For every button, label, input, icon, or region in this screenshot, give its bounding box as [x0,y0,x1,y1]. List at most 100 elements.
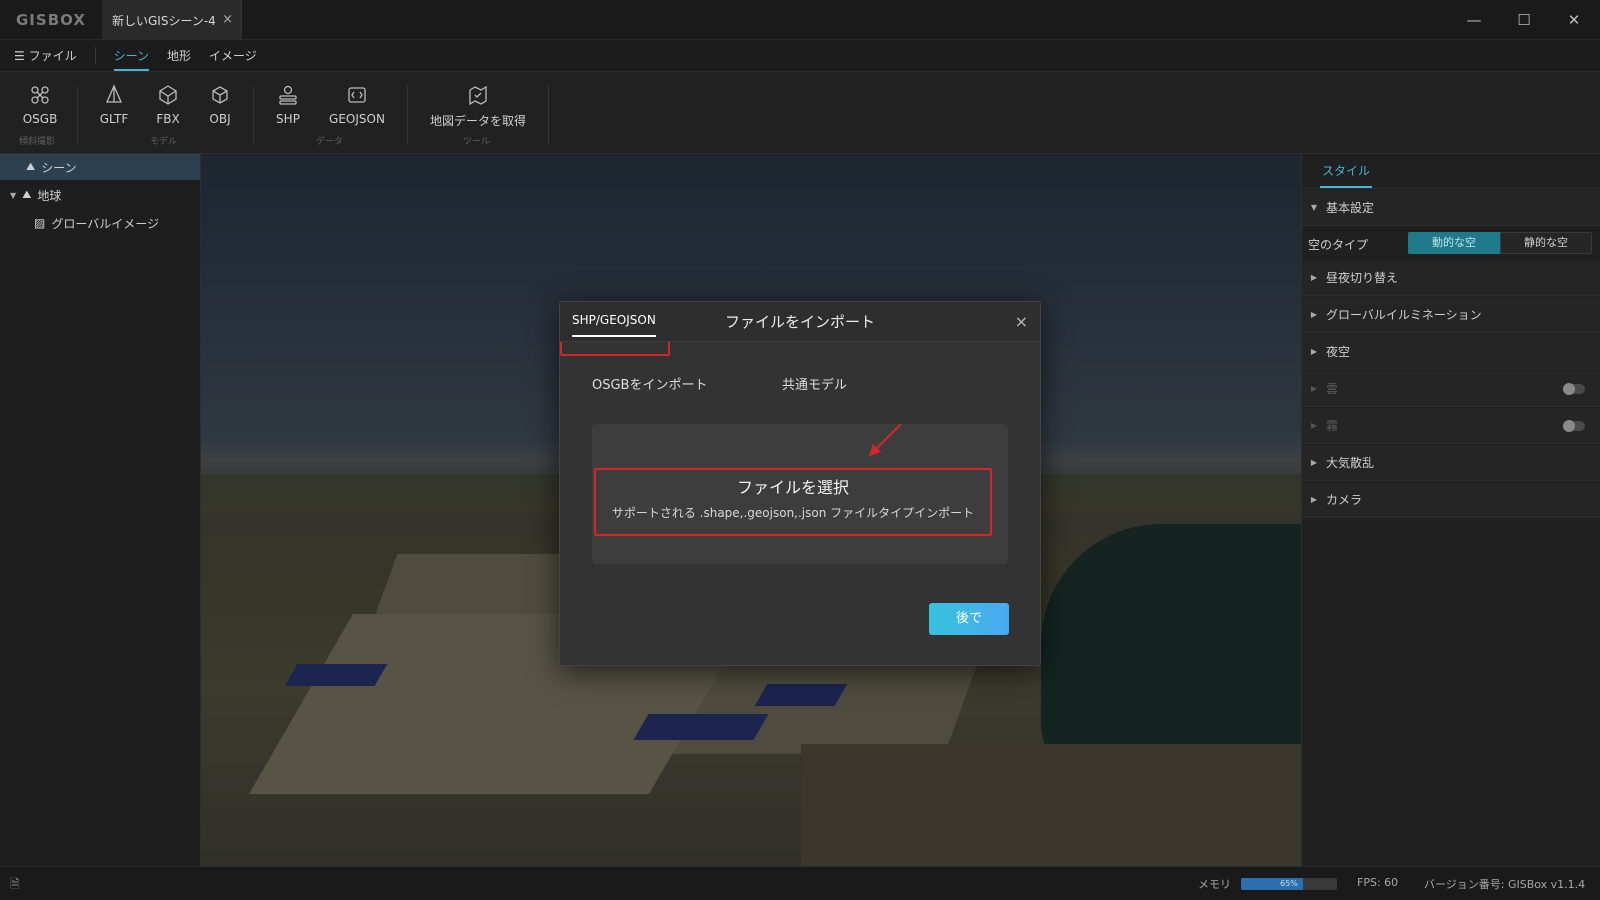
geojson-icon [348,87,366,103]
tool-geojson[interactable]: GEOJSON [326,84,388,126]
style-panel: スタイル ▼ 基本設定 空のタイプ 動的な空 静的な空 ▶ 昼夜切り替え ▶ グ… [1301,154,1600,866]
section-day-night-label: 昼夜切り替え [1326,271,1399,285]
tab-shp-geojson-label: SHP/GEOJSON [572,313,656,327]
tab-common-model[interactable]: 共通モデル [782,374,847,393]
tool-osgb-label: OSGB [22,112,58,126]
select-file-button[interactable]: ファイルを選択 サポートされる .shape,.geojson,.json ファ… [594,468,992,536]
tool-fbx-label: FBX [156,112,180,126]
tree-item-earth-label: 地球 [37,188,62,203]
menu-scene[interactable]: シーン [113,47,150,71]
sky-type-dynamic-option[interactable]: 動的な空 [1408,232,1500,254]
menu-bar: ☰ ファイル シーン 地形 イメージ [0,40,1600,72]
group-label-oblique: 傾斜撮影 [19,137,56,147]
section-camera-label: カメラ [1326,493,1363,507]
arrow-annotation [869,423,902,456]
chevron-down-icon: ▼ [1310,203,1318,212]
document-tab[interactable]: 新しいGISシーン-4 × [102,0,242,40]
section-fog-label: 霧 [1326,419,1339,433]
scene-tree-panel: ⛰ シーン ▼ ⛰ 地球 ▨ グローバルイメージ [0,154,201,866]
version-label: バージョン番号: GISBox v1.1.4 [1424,878,1586,891]
section-night-sky[interactable]: ▶ 夜空 [1302,334,1600,370]
toolbar-divider [548,86,549,144]
toolbar [0,72,1600,154]
section-fog[interactable]: ▶ 霧 [1302,408,1600,444]
tab-divider [1302,188,1600,189]
tree-item-scene-label: シーン [41,160,77,175]
section-global-illumination-label: グローバルイルミネーション [1326,308,1482,322]
active-tab-underline [572,335,656,337]
section-atmospheric-scattering-label: 大気散乱 [1326,456,1375,470]
tool-obj-label: OBJ [209,112,231,126]
menu-imagery[interactable]: イメージ [209,47,257,64]
clouds-toggle[interactable] [1563,383,1585,395]
section-basic-settings-label: 基本設定 [1326,201,1375,215]
hamburger-icon: ☰ [14,49,25,63]
file-menu[interactable]: ☰ ファイル [14,47,96,64]
tool-get-map-data-label: 地図データを取得 [429,114,526,128]
minimize-button[interactable]: — [1462,8,1486,32]
section-clouds-label: 雲 [1326,382,1339,396]
maximize-button[interactable]: ☐ [1512,8,1536,32]
section-clouds[interactable]: ▶ 雲 [1302,371,1600,407]
file-menu-label: ファイル [28,49,77,63]
sky-type-row: 空のタイプ 動的な空 静的な空 [1302,226,1600,260]
log-icon[interactable]: 🗎 [10,875,20,896]
select-file-title: ファイルを選択 [736,478,849,497]
later-button[interactable]: 後で [929,603,1009,635]
close-window-button[interactable]: ✕ [1562,8,1586,32]
obj-icon [212,86,228,104]
scene-icon: ⛰ [26,160,36,173]
earth-icon: ⛰ [22,188,32,201]
section-day-night[interactable]: ▶ 昼夜切り替え [1302,260,1600,296]
toolbar-divider [253,86,254,144]
tab-style[interactable]: スタイル [1320,158,1373,188]
tree-item-global-imagery[interactable]: ▨ グローバルイメージ [0,210,200,236]
tool-gltf[interactable]: GLTF [96,84,132,126]
chevron-right-icon: ▶ [1310,273,1318,282]
section-basic-settings[interactable]: ▼ 基本設定 [1302,190,1600,226]
tool-geojson-label: GEOJSON [329,112,385,126]
memory-bar: 65% [1241,878,1337,890]
title-bar: GISBOX 新しいGISシーン-4 × — ☐ ✕ [0,0,1600,40]
chevron-right-icon: ▶ [1310,310,1318,319]
fbx-icon [159,85,177,105]
section-atmospheric-scattering[interactable]: ▶ 大気散乱 [1302,445,1600,481]
image-icon: ▨ [34,216,46,230]
chevron-right-icon: ▶ [1310,384,1318,393]
tool-shp-label: SHP [276,112,300,126]
tree-item-scene[interactable]: ⛰ シーン [0,154,200,180]
tree-item-earth[interactable]: ▼ ⛰ 地球 [0,182,200,208]
toolbar-divider [77,86,78,144]
dialog-title: ファイルをインポート [724,313,875,331]
document-tab-title: 新しいGISシーン-4 [112,13,216,28]
section-camera[interactable]: ▶ カメラ [1302,482,1600,518]
tool-gltf-label: GLTF [99,112,129,126]
shp-icon [279,85,297,105]
tool-fbx[interactable]: FBX [150,84,186,126]
tool-obj[interactable]: OBJ [202,84,238,126]
chevron-down-icon[interactable]: ▼ [10,191,16,200]
fog-toggle[interactable] [1563,420,1585,432]
menu-terrain[interactable]: 地形 [167,47,191,64]
tab-import-osgb[interactable]: OSGBをインポート [592,374,707,393]
supported-types-text: サポートされる .shape,.geojson,.json ファイルタイプインポ… [611,506,975,520]
tree-item-global-imagery-label: グローバルイメージ [51,216,159,231]
chevron-right-icon: ▶ [1310,421,1318,430]
osgb-icon [31,86,49,104]
toolbar-divider [407,86,408,144]
close-icon[interactable]: × [1015,312,1028,331]
tool-shp[interactable]: SHP [270,84,306,126]
chevron-right-icon: ▶ [1310,347,1318,356]
gltf-icon [106,84,122,103]
section-global-illumination[interactable]: ▶ グローバルイルミネーション [1302,297,1600,333]
sky-type-static-option[interactable]: 静的な空 [1500,232,1592,254]
group-label-model: モデル [150,137,178,147]
tool-get-map-data[interactable]: 地図データを取得 [428,84,528,129]
tab-close-icon[interactable]: × [222,12,233,27]
section-night-sky-label: 夜空 [1326,345,1351,359]
fps-readout: FPS: 60 [1357,876,1399,889]
tool-osgb[interactable]: OSGB [18,84,62,126]
app-logo: GISBOX [16,11,86,29]
status-bar: 🗎 メモリ 65% FPS: 60 バージョン番号: GISBox v1.1.4 [0,866,1600,900]
chevron-right-icon: ▶ [1310,495,1318,504]
